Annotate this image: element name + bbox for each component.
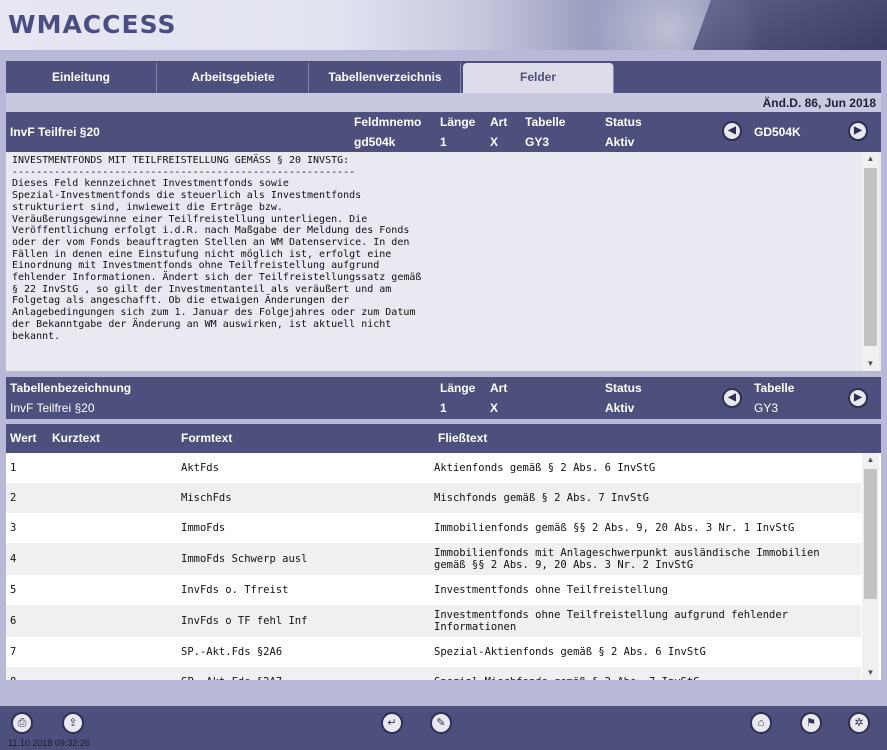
table-desc-value: InvF Teilfrei §20 <box>10 401 95 415</box>
banner-decoration <box>685 0 887 50</box>
row-fliesstext: Spezial-Aktienfonds gemäß § 2 Abs. 6 Inv… <box>434 646 706 658</box>
row-wert: 8 <box>10 667 16 680</box>
next-table-button[interactable]: ▶ <box>848 388 868 408</box>
scroll-up-icon[interactable]: ▲ <box>862 453 879 467</box>
previous-field-button[interactable]: ◀ <box>722 121 742 141</box>
scroll-down-icon[interactable]: ▼ <box>862 666 879 680</box>
tab-arbeitsgebiete[interactable]: Arbeitsgebiete <box>158 63 309 93</box>
chevron-right-icon: ▶ <box>854 392 862 403</box>
row-wert: 3 <box>10 522 17 534</box>
row-formtext: AktFds <box>181 462 219 474</box>
row-wert: 4 <box>10 553 17 565</box>
table-info-header: Tabellenbezeichnung InvF Teilfrei §20 Lä… <box>6 377 881 419</box>
footer-toolbar: ⎙ ⇪ ↵ ✎ ⌂ ⚑ ✲ <box>0 706 887 750</box>
table-length-label: Länge <box>440 381 476 395</box>
list-row[interactable]: 5 InvFds o. Tfreist Investmentfonds ohne… <box>6 575 861 605</box>
settings-icon[interactable]: ✲ <box>848 712 870 734</box>
scroll-down-icon[interactable]: ▼ <box>862 357 879 371</box>
tab-felder[interactable]: Felder <box>463 63 614 93</box>
return-icon[interactable]: ↵ <box>381 712 403 734</box>
export-icon[interactable]: ⇪ <box>62 712 84 734</box>
list-scrollbar[interactable]: ▲ ▼ <box>862 453 879 680</box>
main-tabbar: Einleitung Arbeitsgebiete Tabellenverzei… <box>6 61 881 93</box>
row-fliesstext: Spezial-Mischfonds gemäß § 2 Abs. 7 InvS… <box>434 667 854 680</box>
scroll-up-icon[interactable]: ▲ <box>862 152 879 166</box>
row-fliesstext: Mischfonds gemäß § 2 Abs. 7 InvStG <box>434 492 649 504</box>
field-header: InvF Teilfrei §20 Feldmnemo gd504k Länge… <box>6 112 881 152</box>
row-wert: 6 <box>10 615 17 627</box>
list-row[interactable]: 4 ImmoFds Schwerp ausl Immobilienfonds m… <box>6 543 861 575</box>
values-list-header: Wert Kurztext Formtext Fließtext <box>6 424 881 453</box>
status-value: Aktiv <box>605 135 635 149</box>
revision-bar: Änd.D. 86, Jun 2018 <box>6 93 881 112</box>
row-wert: 7 <box>10 646 17 658</box>
chevron-left-icon: ◀ <box>728 392 736 403</box>
edit-icon[interactable]: ✎ <box>430 712 452 734</box>
table-type-label: Art <box>490 381 508 395</box>
home-icon[interactable]: ⌂ <box>750 712 772 734</box>
table-label: Tabelle <box>525 115 566 129</box>
row-formtext: SP.-Akt.Fds §2A7 <box>181 667 282 680</box>
list-row[interactable]: 7 SP.-Akt.Fds §2A6 Spezial-Aktienfonds g… <box>6 637 861 667</box>
row-formtext: SP.-Akt.Fds §2A6 <box>181 646 283 658</box>
chevron-right-icon: ▶ <box>854 125 862 136</box>
length-value: 1 <box>440 135 447 149</box>
table-length-value: 1 <box>440 401 447 415</box>
next-field-button[interactable]: ▶ <box>848 121 868 141</box>
row-fliesstext: Investmentfonds ohne Teilfreistellung au… <box>434 609 789 633</box>
row-formtext: ImmoFds <box>181 522 226 534</box>
table-status-label: Status <box>605 381 642 395</box>
col-fliesstext: Fließtext <box>438 431 488 445</box>
values-list: 1 AktFds Aktienfonds gemäß § 2 Abs. 6 In… <box>6 453 881 680</box>
table-name-value: GY3 <box>754 401 779 415</box>
mnemo-value: gd504k <box>354 135 396 149</box>
field-code: GD504K <box>754 125 801 139</box>
status-label: Status <box>605 115 642 129</box>
chevron-left-icon: ◀ <box>728 125 736 136</box>
table-value: GY3 <box>525 135 550 149</box>
field-name: InvF Teilfrei §20 <box>10 125 100 139</box>
description-text: INVESTMENTFONDS MIT TEILFREISTELLUNG GEM… <box>12 155 422 342</box>
footer-timestamp: 11.10.2018 09:32:26 <box>8 738 90 748</box>
row-fliesstext: Aktienfonds gemäß § 2 Abs. 6 InvStG <box>434 462 656 474</box>
field-description[interactable]: INVESTMENTFONDS MIT TEILFREISTELLUNG GEM… <box>6 152 881 371</box>
mnemo-label: Feldmnemo <box>354 115 422 129</box>
type-label: Art <box>490 115 508 129</box>
header-banner: WMACCESS <box>0 0 887 50</box>
col-formtext: Formtext <box>181 431 233 445</box>
previous-table-button[interactable]: ◀ <box>722 388 742 408</box>
list-row[interactable]: 8 SP.-Akt.Fds §2A7 Spezial-Mischfonds ge… <box>6 667 861 680</box>
type-value: X <box>490 135 499 149</box>
scroll-thumb[interactable] <box>864 469 877 599</box>
tab-tabellenverzeichnis[interactable]: Tabellenverzeichnis <box>310 63 461 93</box>
list-row[interactable]: 6 InvFds o TF fehl Inf Investmentfonds o… <box>6 605 861 637</box>
row-fliesstext: Investmentfonds ohne Teilfreistellung <box>434 584 668 596</box>
row-formtext: InvFds o. Tfreist <box>181 584 289 596</box>
app-logo: WMACCESS <box>8 10 177 39</box>
table-desc-label: Tabellenbezeichnung <box>10 381 132 395</box>
tab-einleitung[interactable]: Einleitung <box>6 63 157 93</box>
col-wert: Wert <box>10 431 37 445</box>
scroll-thumb[interactable] <box>864 168 877 346</box>
row-fliesstext: Immobilienfonds gemäß §§ 2 Abs. 9, 20 Ab… <box>434 522 795 534</box>
list-row[interactable]: 3 ImmoFds Immobilienfonds gemäß §§ 2 Abs… <box>6 513 861 543</box>
row-wert: 1 <box>10 462 17 474</box>
description-scrollbar[interactable]: ▲ ▼ <box>862 152 879 371</box>
table-type-value: X <box>490 401 499 415</box>
revision-date: Änd.D. 86, Jun 2018 <box>762 96 876 110</box>
length-label: Länge <box>440 115 476 129</box>
col-kurztext: Kurztext <box>52 431 101 445</box>
row-formtext: InvFds o TF fehl Inf <box>181 615 308 627</box>
row-formtext: ImmoFds Schwerp ausl <box>181 553 308 565</box>
row-formtext: MischFds <box>181 492 232 504</box>
list-row[interactable]: 2 MischFds Mischfonds gemäß § 2 Abs. 7 I… <box>6 483 861 513</box>
print-icon[interactable]: ⎙ <box>11 712 33 734</box>
row-fliesstext: Immobilienfonds mit Anlageschwerpunkt au… <box>434 547 820 571</box>
list-row[interactable]: 1 AktFds Aktienfonds gemäß § 2 Abs. 6 In… <box>6 453 861 483</box>
row-wert: 5 <box>10 584 17 596</box>
row-wert: 2 <box>10 492 17 504</box>
flag-icon[interactable]: ⚑ <box>800 712 822 734</box>
table-status-value: Aktiv <box>605 401 635 415</box>
table-name-label: Tabelle <box>754 381 795 395</box>
